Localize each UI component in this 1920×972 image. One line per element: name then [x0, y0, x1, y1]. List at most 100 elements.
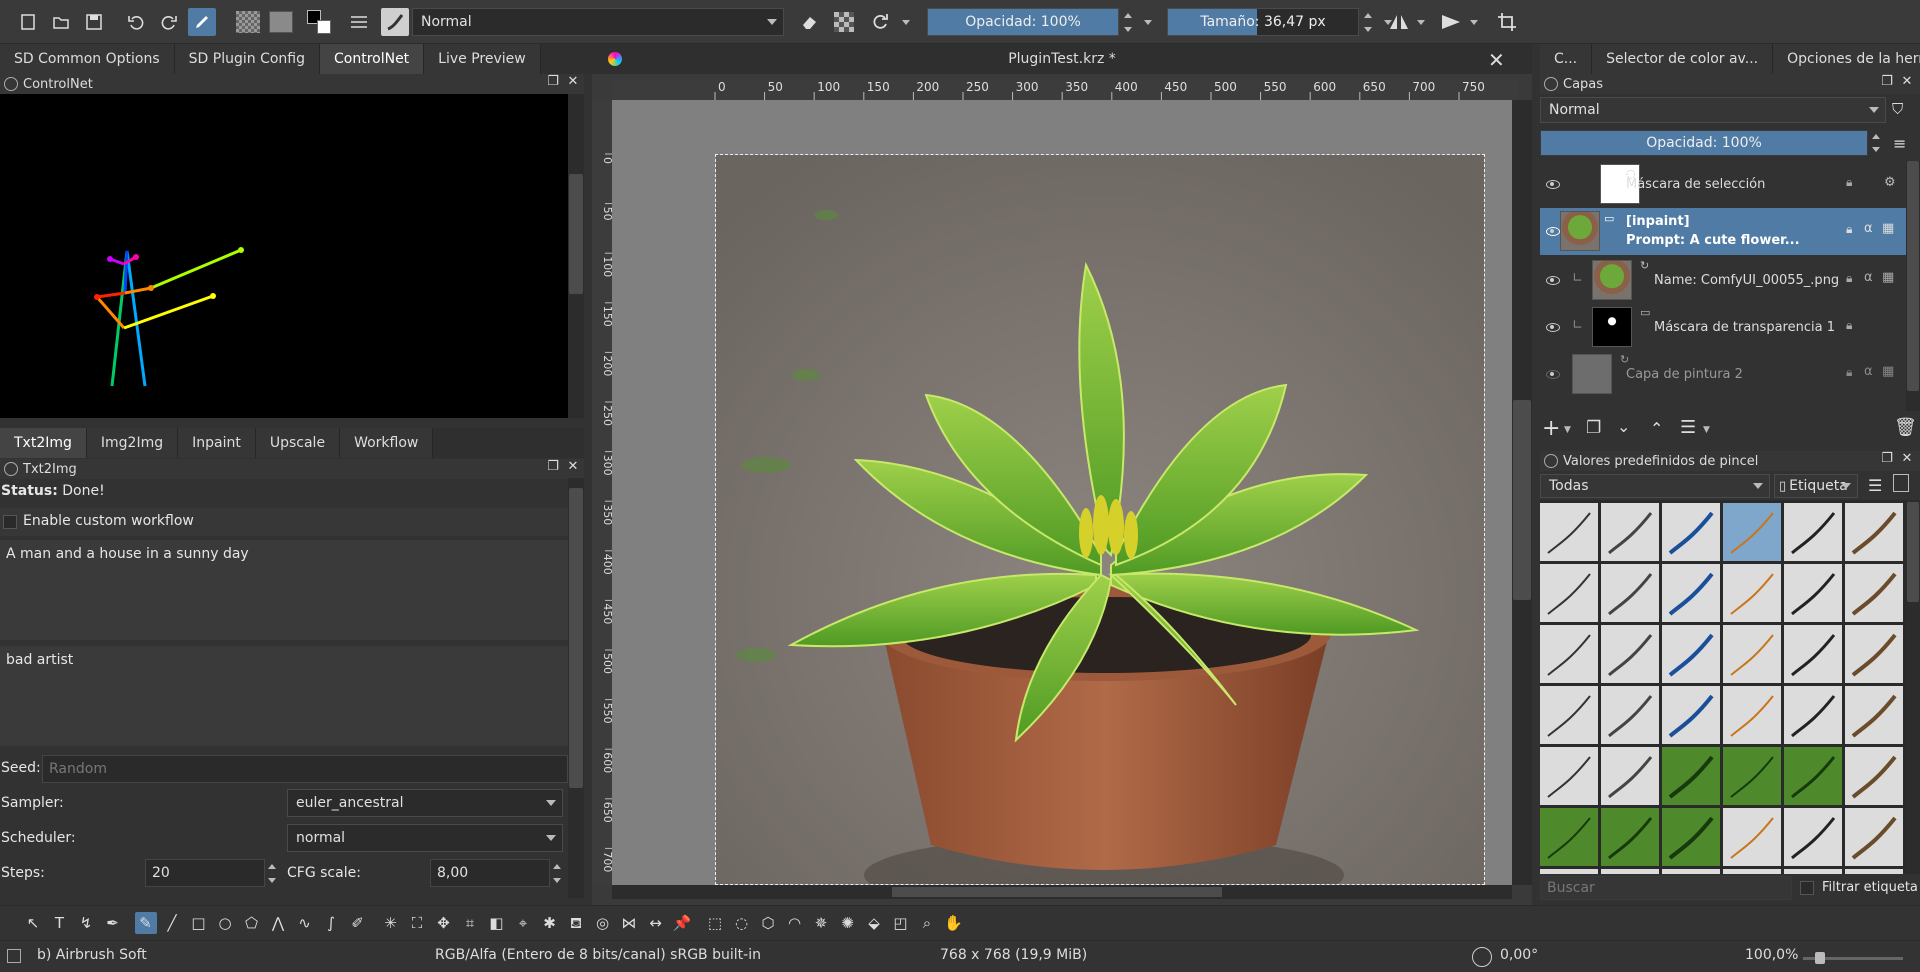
opacity-spinner[interactable]	[1121, 8, 1135, 36]
alpha-icon[interactable]: α	[1864, 364, 1873, 379]
mirror-vertical-icon[interactable]	[1437, 8, 1465, 36]
brush-preset-thumbnail[interactable]	[1845, 686, 1903, 744]
mirror-horizontal-icon[interactable]	[1385, 8, 1413, 36]
tab-txt2img[interactable]: Txt2Img	[0, 428, 87, 458]
tab-tool-options[interactable]: Opciones de la herra...	[1773, 44, 1920, 74]
freehand-select-icon[interactable]: ◠	[784, 912, 806, 934]
brush-preset-thumbnail[interactable]	[1662, 747, 1720, 805]
alpha-icon[interactable]: α	[1864, 270, 1873, 285]
enclose-fill-icon[interactable]: ◎	[592, 912, 614, 934]
float-dock-icon[interactable]: ❐	[1880, 75, 1894, 89]
brush-preset-thumbnail[interactable]	[1662, 564, 1720, 622]
lock-icon[interactable]: 🔒︎	[1846, 271, 1852, 286]
freehand-path-icon[interactable]: ∫	[320, 912, 342, 934]
polygon-select-icon[interactable]: ⬡	[757, 912, 779, 934]
tab-controlnet[interactable]: ControlNet	[319, 44, 425, 74]
float-dock-icon[interactable]: ❐	[546, 75, 560, 89]
rotation-icon[interactable]	[1472, 947, 1492, 967]
sampler-select[interactable]: euler_ancestral	[287, 789, 563, 817]
scheduler-select[interactable]: normal	[287, 824, 563, 852]
brush-preset-thumbnail[interactable]	[1540, 808, 1598, 866]
cfg-input[interactable]: 8,00	[430, 859, 550, 887]
move-layer-up-icon[interactable]: ⌃	[1650, 419, 1663, 438]
rectangle-tool-icon[interactable]: □	[188, 912, 210, 934]
multibrush-icon[interactable]: ✳	[380, 912, 402, 934]
seed-input[interactable]: Random	[42, 755, 568, 783]
mirror-horizontal-dropdown-icon[interactable]	[1413, 8, 1429, 36]
magnetic-select-icon[interactable]: ◰	[890, 912, 912, 934]
open-folder-icon[interactable]	[47, 8, 75, 36]
layer-row[interactable]: ↻ Capa de pintura 2 🔒︎ α ▦	[1540, 351, 1906, 398]
move-layer-down-icon[interactable]: ⌄	[1617, 417, 1630, 436]
select-shapes-icon[interactable]: ↖	[22, 912, 44, 934]
layer-properties-icon[interactable]: ☰	[1680, 417, 1696, 438]
brush-preset-thumbnail[interactable]	[1845, 747, 1903, 805]
brush-editor-icon[interactable]	[188, 8, 216, 36]
layer-menu-icon[interactable]: ≡	[1893, 134, 1906, 153]
brush-preset-thumbnail[interactable]	[1540, 625, 1598, 683]
controlnet-scrollbar[interactable]	[568, 94, 584, 418]
opacity-dropdown-icon[interactable]	[1140, 8, 1156, 36]
brush-preset-thumbnail[interactable]	[1601, 747, 1659, 805]
visibility-eye-icon[interactable]	[1546, 180, 1560, 189]
inherit-alpha-icon[interactable]: ▦	[1882, 364, 1894, 379]
reference-tool-icon[interactable]: 📌	[671, 912, 693, 934]
tab-sd-plugin-config[interactable]: SD Plugin Config	[174, 44, 320, 74]
mirror-vertical-dropdown-icon[interactable]	[1466, 8, 1482, 36]
lock-icon[interactable]: 🔒︎	[1846, 365, 1852, 380]
visibility-eye-icon[interactable]	[1546, 323, 1560, 332]
redo-icon[interactable]	[155, 8, 183, 36]
filter-tag-checkbox[interactable]	[1800, 881, 1814, 895]
brush-search-input[interactable]: Buscar	[1540, 876, 1792, 900]
gradient-icon[interactable]	[234, 8, 262, 36]
tab-upscale[interactable]: Upscale	[255, 428, 341, 458]
duplicate-layer-icon[interactable]: ❐	[1586, 418, 1601, 438]
layer-opacity-slider[interactable]: Opacidad: 100%	[1540, 130, 1868, 156]
brush-preset-thumbnail[interactable]	[1662, 808, 1720, 866]
freehand-brush-icon[interactable]: ✎	[134, 912, 157, 934]
layer-properties-dropdown-icon[interactable]: ▼	[1703, 425, 1710, 435]
txt2img-scrollbar[interactable]	[568, 478, 584, 898]
zoom-tool-icon[interactable]: ⌕	[916, 912, 938, 934]
float-dock-icon[interactable]: ❐	[1880, 452, 1894, 466]
brush-preset-thumbnail[interactable]	[1723, 564, 1781, 622]
inherit-alpha-icon[interactable]: ▦	[1882, 270, 1894, 285]
visibility-eye-icon[interactable]	[1546, 370, 1560, 379]
add-layer-icon[interactable]: +	[1542, 416, 1560, 441]
brush-preset-thumbnail[interactable]	[1845, 625, 1903, 683]
layer-row[interactable]: ∟ ▭ Máscara de transparencia 1 🔒︎	[1540, 304, 1906, 351]
edit-shapes-icon[interactable]: ↯	[75, 912, 97, 934]
layer-row-selected[interactable]: ▭ [inpaint] Prompt: A cute flower... 🔒︎ …	[1540, 208, 1906, 255]
close-dock-icon[interactable]: ✕	[1900, 452, 1914, 466]
brush-preset-thumbnail[interactable]	[1723, 503, 1781, 561]
measure-tool-icon[interactable]: ↔	[645, 912, 667, 934]
opacity-slider[interactable]: Opacidad: 100%	[927, 8, 1119, 36]
steps-spinner[interactable]	[265, 859, 279, 887]
brush-preset-thumbnail[interactable]	[1662, 686, 1720, 744]
layer-filter-icon[interactable]: ⛉	[1892, 100, 1903, 118]
brush-preset-thumbnail[interactable]	[1845, 564, 1903, 622]
tab-workflow[interactable]: Workflow	[340, 428, 434, 458]
brush-preview-icon[interactable]	[381, 8, 409, 36]
zoom-slider[interactable]	[1803, 952, 1903, 964]
brush-preset-thumbnail[interactable]	[1723, 808, 1781, 866]
reload-icon[interactable]	[866, 8, 894, 36]
color-picker-icon[interactable]: ⌖	[512, 912, 534, 934]
prompt-textarea[interactable]: A man and a house in a sunny day	[0, 540, 568, 640]
delete-layer-icon[interactable]: 🗑︎	[1894, 417, 1917, 438]
brush-preset-thumbnail[interactable]	[1601, 808, 1659, 866]
gradient-tool-icon[interactable]: ◧	[486, 912, 508, 934]
bezier-select-icon[interactable]: ⬙	[863, 912, 885, 934]
lock-icon[interactable]: 🔒︎	[1846, 222, 1852, 237]
contiguous-select-icon[interactable]: ✵	[810, 912, 832, 934]
ellipse-tool-icon[interactable]: ○	[214, 912, 236, 934]
brush-preset-thumbnail[interactable]	[1845, 503, 1903, 561]
alpha-icon[interactable]: α	[1864, 221, 1873, 236]
canvas-horizontal-scrollbar[interactable]	[612, 885, 1512, 899]
brush-preset-thumbnail[interactable]	[1723, 686, 1781, 744]
similar-select-icon[interactable]: ✺	[837, 912, 859, 934]
close-document-icon[interactable]: ✕	[1488, 48, 1505, 72]
brush-preset-thumbnail[interactable]	[1723, 747, 1781, 805]
layer-row[interactable]: ∟ ↻ Name: ComfyUI_00055_.png 🔒︎ α ▦	[1540, 257, 1906, 304]
cfg-spinner[interactable]	[550, 859, 564, 887]
